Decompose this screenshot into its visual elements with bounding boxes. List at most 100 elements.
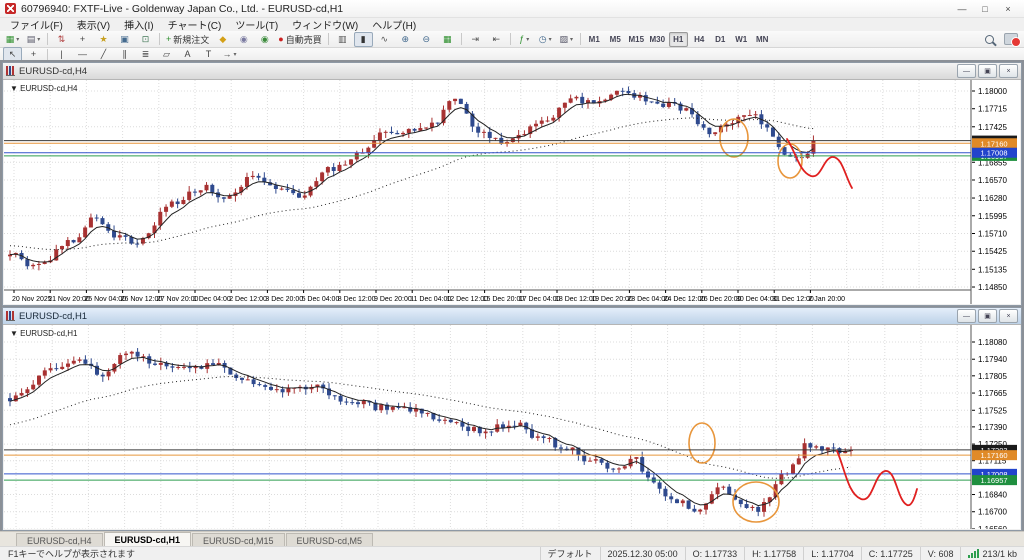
candlestick-icon: ▮: [361, 35, 366, 44]
new-chart-button[interactable]: ▦▾: [3, 32, 22, 47]
menu-item-6[interactable]: ヘルプ(H): [366, 17, 422, 32]
chart-window-h1-title: EURUSD-cd,H1: [19, 311, 87, 322]
bar-chart-button[interactable]: ▥: [333, 32, 352, 47]
chart-restore-button[interactable]: ▣: [978, 64, 997, 78]
toolbar-separator: [328, 33, 329, 45]
toolbar-separator: [580, 33, 581, 45]
chart-close-button[interactable]: ×: [999, 309, 1018, 323]
svg-text:2 Jan 20:00: 2 Jan 20:00: [808, 296, 845, 303]
zoom-out-button[interactable]: ⊖: [417, 32, 436, 47]
toolbar-separator: [47, 49, 48, 61]
timeframe-button-mn[interactable]: MN: [753, 32, 772, 47]
menu-item-2[interactable]: 挿入(I): [118, 17, 159, 32]
svg-text:1.15135: 1.15135: [978, 265, 1007, 274]
menu-item-5[interactable]: ウィンドウ(W): [286, 17, 364, 32]
metaeditor-button[interactable]: ◆: [213, 32, 232, 47]
toolbar-separator: [510, 33, 511, 45]
line-chart-icon: ∿: [380, 35, 388, 44]
chevron-down-icon: ▾: [16, 36, 19, 43]
line-chart-button[interactable]: ∿: [375, 32, 394, 47]
toolbar-separator: [159, 33, 160, 45]
minimize-button[interactable]: —: [951, 2, 973, 16]
profiles-button[interactable]: ▤▾: [24, 32, 43, 47]
status-field-0: デフォルト: [540, 547, 600, 560]
timeframe-button-d1[interactable]: D1: [711, 32, 730, 47]
chart-area-h4[interactable]: 1.180001.177151.174251.168551.165701.162…: [4, 80, 1020, 304]
auto-trading-button[interactable]: ●自動売買: [276, 32, 323, 47]
new-order-button[interactable]: +新規注文: [164, 32, 211, 47]
svg-text:20 Nov 2025: 20 Nov 2025: [12, 296, 52, 303]
experts-icon: ◉: [240, 35, 248, 44]
tile-windows-button[interactable]: ▦: [438, 32, 457, 47]
svg-text:1.17425: 1.17425: [978, 123, 1007, 132]
svg-text:11 Dec 04:00: 11 Dec 04:00: [410, 296, 451, 303]
chart-restore-button[interactable]: ▣: [978, 309, 997, 323]
auto-trading-icon: ●: [278, 35, 283, 44]
chart-window-h4-controls: — ▣ ×: [957, 64, 1018, 78]
svg-text:1.17525: 1.17525: [978, 406, 1007, 415]
chevron-down-icon: ▾: [549, 36, 552, 43]
menu-item-0[interactable]: ファイル(F): [4, 17, 69, 32]
svg-text:8 Dec 12:00: 8 Dec 12:00: [338, 296, 376, 303]
svg-text:1.16570: 1.16570: [978, 176, 1007, 185]
toolbar-separator: [47, 33, 48, 45]
chart-minimize-button[interactable]: —: [957, 64, 976, 78]
chart-tab-3[interactable]: EURUSD-cd,M5: [286, 533, 374, 547]
svg-text:▼ EURUSD-cd,H4: ▼ EURUSD-cd,H4: [10, 84, 78, 93]
timeframe-button-m15[interactable]: M15: [627, 32, 646, 47]
chart-window-h1-titlebar[interactable]: EURUSD-cd,H1 — ▣ ×: [3, 308, 1021, 325]
svg-text:1.17665: 1.17665: [978, 389, 1007, 398]
auto-scroll-button[interactable]: ⇥: [466, 32, 485, 47]
status-quote-fields: デフォルト2025.12.30 05:00O: 1.17733H: 1.1775…: [540, 547, 1024, 560]
close-button[interactable]: ×: [997, 2, 1019, 16]
chart-canvas-h1: 1.180801.179401.178051.176651.175251.173…: [4, 325, 1018, 529]
timeframe-button-m1[interactable]: M1: [585, 32, 604, 47]
chart-area-h1[interactable]: 1.180801.179401.178051.176651.175251.173…: [4, 325, 1020, 529]
chart-minimize-button[interactable]: —: [957, 309, 976, 323]
svg-text:1.14850: 1.14850: [978, 283, 1007, 292]
chart-window-h4-titlebar[interactable]: EURUSD-cd,H4 — ▣ ×: [3, 63, 1021, 80]
svg-text:1.17805: 1.17805: [978, 372, 1007, 381]
candlestick-button[interactable]: ▮: [354, 32, 373, 47]
menu-item-3[interactable]: チャート(C): [162, 17, 228, 32]
search-icon[interactable]: [985, 35, 994, 44]
terminal-button[interactable]: ▣: [115, 32, 134, 47]
data-window-button[interactable]: +: [73, 32, 92, 47]
zoom-in-button[interactable]: ⊕: [396, 32, 415, 47]
maximize-button[interactable]: □: [974, 2, 996, 16]
text-icon: A: [184, 50, 190, 59]
svg-text:1.17008: 1.17008: [980, 149, 1007, 158]
menu-item-1[interactable]: 表示(V): [71, 17, 116, 32]
market-watch-button[interactable]: ⇅: [52, 32, 71, 47]
svg-text:1.17160: 1.17160: [980, 451, 1007, 460]
svg-text:1.17390: 1.17390: [978, 423, 1007, 432]
chart-tab-0[interactable]: EURUSD-cd,H4: [16, 533, 103, 547]
strategy-tester-button[interactable]: ⊡: [136, 32, 155, 47]
auto-scroll-icon: ⇥: [471, 35, 479, 44]
new-order-icon: +: [166, 35, 171, 44]
experts-button[interactable]: ◉: [234, 32, 253, 47]
navigator-button[interactable]: ★: [94, 32, 113, 47]
periods-button[interactable]: ◷▾: [536, 32, 555, 47]
templates-button[interactable]: ▨▾: [557, 32, 576, 47]
indicators-button[interactable]: ƒ▾: [515, 32, 534, 47]
chart-close-button[interactable]: ×: [999, 64, 1018, 78]
timeframe-button-w1[interactable]: W1: [732, 32, 751, 47]
status-bar: F1キーでヘルプが表示されます デフォルト2025.12.30 05:00O: …: [0, 546, 1024, 560]
timeframe-button-m30[interactable]: M30: [648, 32, 667, 47]
chart-shift-button[interactable]: ⇤: [487, 32, 506, 47]
timeframe-button-m5[interactable]: M5: [606, 32, 625, 47]
svg-text:1 Dec 04:00: 1 Dec 04:00: [193, 296, 231, 303]
timeframe-button-h1[interactable]: H1: [669, 32, 688, 47]
notifications-icon[interactable]: [1004, 33, 1018, 45]
community-button[interactable]: ◉: [255, 32, 274, 47]
chart-tab-bar: EURUSD-cd,H4EURUSD-cd,H1EURUSD-cd,M15EUR…: [0, 531, 1024, 547]
chart-tab-2[interactable]: EURUSD-cd,M15: [192, 533, 285, 547]
indicators-icon: ƒ: [519, 35, 524, 44]
chart-tab-1[interactable]: EURUSD-cd,H1: [104, 532, 192, 547]
chart-window-h1-controls: — ▣ ×: [957, 309, 1018, 323]
mdi-area: EURUSD-cd,H4 — ▣ × 1.180001.177151.17425…: [0, 60, 1024, 531]
menu-item-4[interactable]: ツール(T): [229, 17, 284, 32]
timeframe-button-h4[interactable]: H4: [690, 32, 709, 47]
chart-canvas-h4: 1.180001.177151.174251.168551.165701.162…: [4, 80, 1018, 304]
